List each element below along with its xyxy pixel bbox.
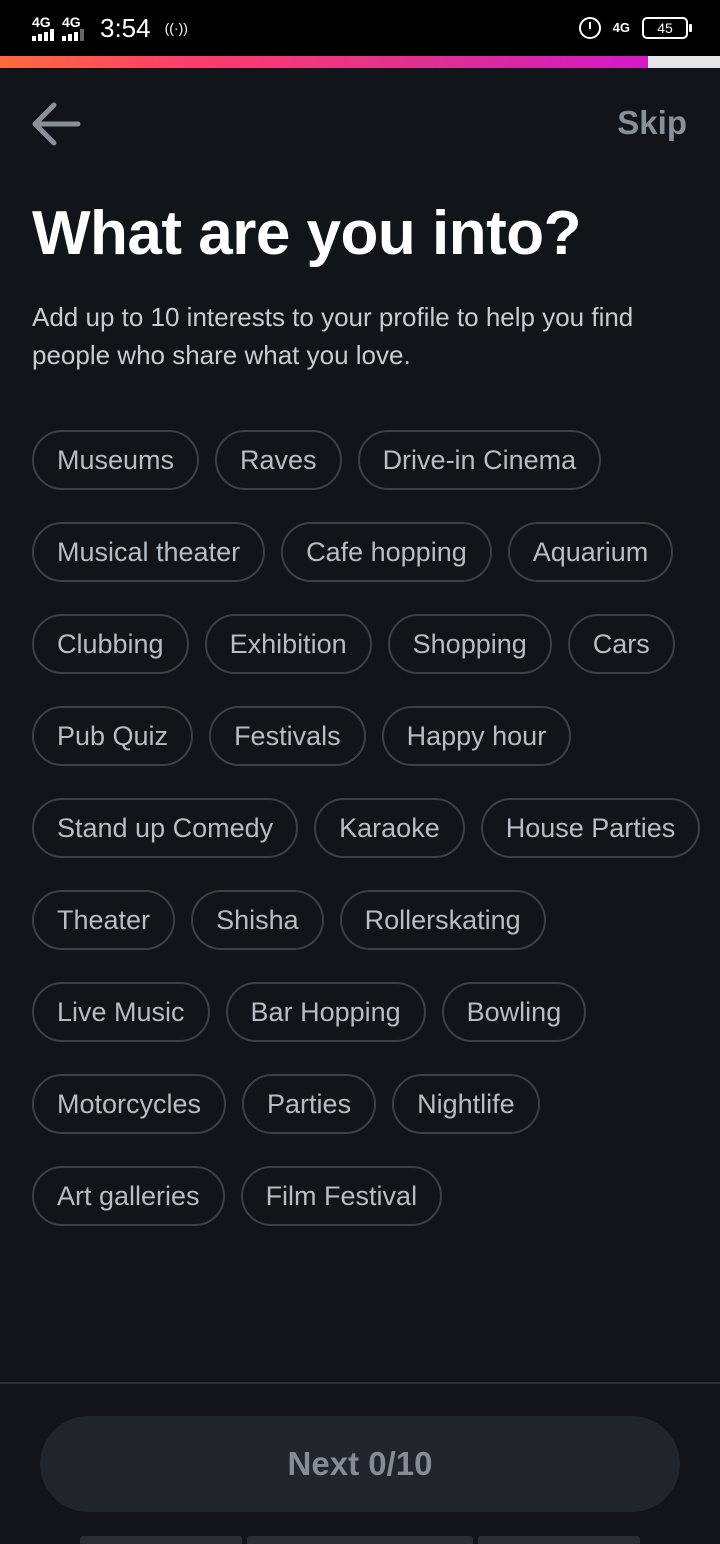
interest-chip[interactable]: Parties bbox=[242, 1074, 377, 1134]
interest-chip[interactable]: House Parties bbox=[480, 798, 701, 858]
interest-chip[interactable]: Happy hour bbox=[381, 706, 572, 766]
interest-chip[interactable]: Drive-in Cinema bbox=[357, 430, 602, 490]
status-time: 3:54 bbox=[100, 12, 151, 43]
interest-chip[interactable]: Raves bbox=[215, 430, 342, 490]
interest-chip[interactable]: Karaoke bbox=[314, 798, 465, 858]
interest-chip[interactable]: Nightlife bbox=[392, 1074, 540, 1134]
interest-chip[interactable]: Cafe hopping bbox=[281, 522, 492, 582]
network-icon: 4G bbox=[612, 20, 630, 35]
interest-chip[interactable]: Rollerskating bbox=[339, 890, 546, 950]
arrow-left-icon bbox=[32, 102, 81, 146]
interest-chip[interactable]: Stand up Comedy bbox=[32, 798, 299, 858]
interest-chip[interactable]: Pub Quiz bbox=[32, 706, 194, 766]
interest-chip[interactable]: Art galleries bbox=[32, 1166, 225, 1226]
page-subtitle: Add up to 10 interests to your profile t… bbox=[32, 302, 634, 370]
interest-chip[interactable]: Cars bbox=[567, 614, 675, 674]
keyboard-hint-segment bbox=[80, 1536, 242, 1544]
hotspot-icon: ((·)) bbox=[164, 20, 188, 36]
interest-chip[interactable]: Museums bbox=[32, 430, 200, 490]
interest-chip[interactable]: Festivals bbox=[209, 706, 366, 766]
interest-chip[interactable]: Aquarium bbox=[507, 522, 674, 582]
interest-chip[interactable]: Bar Hopping bbox=[225, 982, 426, 1042]
interest-chip[interactable]: Shopping bbox=[387, 614, 552, 674]
footer-divider bbox=[0, 1382, 720, 1384]
interest-chip[interactable]: Bowling bbox=[441, 982, 587, 1042]
keyboard-hint-segment bbox=[478, 1536, 640, 1544]
interest-chip[interactable]: Live Music bbox=[32, 982, 210, 1042]
keyboard-hint-segment bbox=[247, 1536, 473, 1544]
interest-chip[interactable]: Film Festival bbox=[240, 1166, 443, 1226]
skip-button[interactable]: Skip bbox=[617, 104, 687, 142]
status-bar: 4G 4G 3:54 ((·)) 4G 45 bbox=[0, 0, 720, 56]
interest-chip[interactable]: Motorcycles bbox=[32, 1074, 227, 1134]
alarm-icon bbox=[578, 17, 601, 39]
interest-chip[interactable]: Exhibition bbox=[204, 614, 372, 674]
onboarding-progress-bar bbox=[0, 56, 720, 68]
next-button[interactable]: Next 0/10 bbox=[40, 1416, 680, 1512]
interest-chips: Museums Raves Drive-in Cinema Musical theat… bbox=[32, 430, 702, 1226]
battery-icon: 45 bbox=[642, 17, 692, 39]
interests-list[interactable]: Museums Raves Drive-in Cinema Musical theat… bbox=[0, 406, 720, 1382]
signal-strength-icon: 4G bbox=[32, 15, 54, 41]
interest-chip[interactable]: Shisha bbox=[191, 890, 324, 950]
back-button[interactable] bbox=[30, 100, 82, 148]
page-title: What are you into? bbox=[32, 199, 582, 268]
interest-chip[interactable]: Clubbing bbox=[32, 614, 189, 674]
progress-fill bbox=[0, 56, 648, 68]
interest-chip[interactable]: Musical theater bbox=[32, 522, 266, 582]
signal-strength-icon: 4G bbox=[62, 15, 84, 41]
interest-chip[interactable]: Theater bbox=[32, 890, 176, 950]
